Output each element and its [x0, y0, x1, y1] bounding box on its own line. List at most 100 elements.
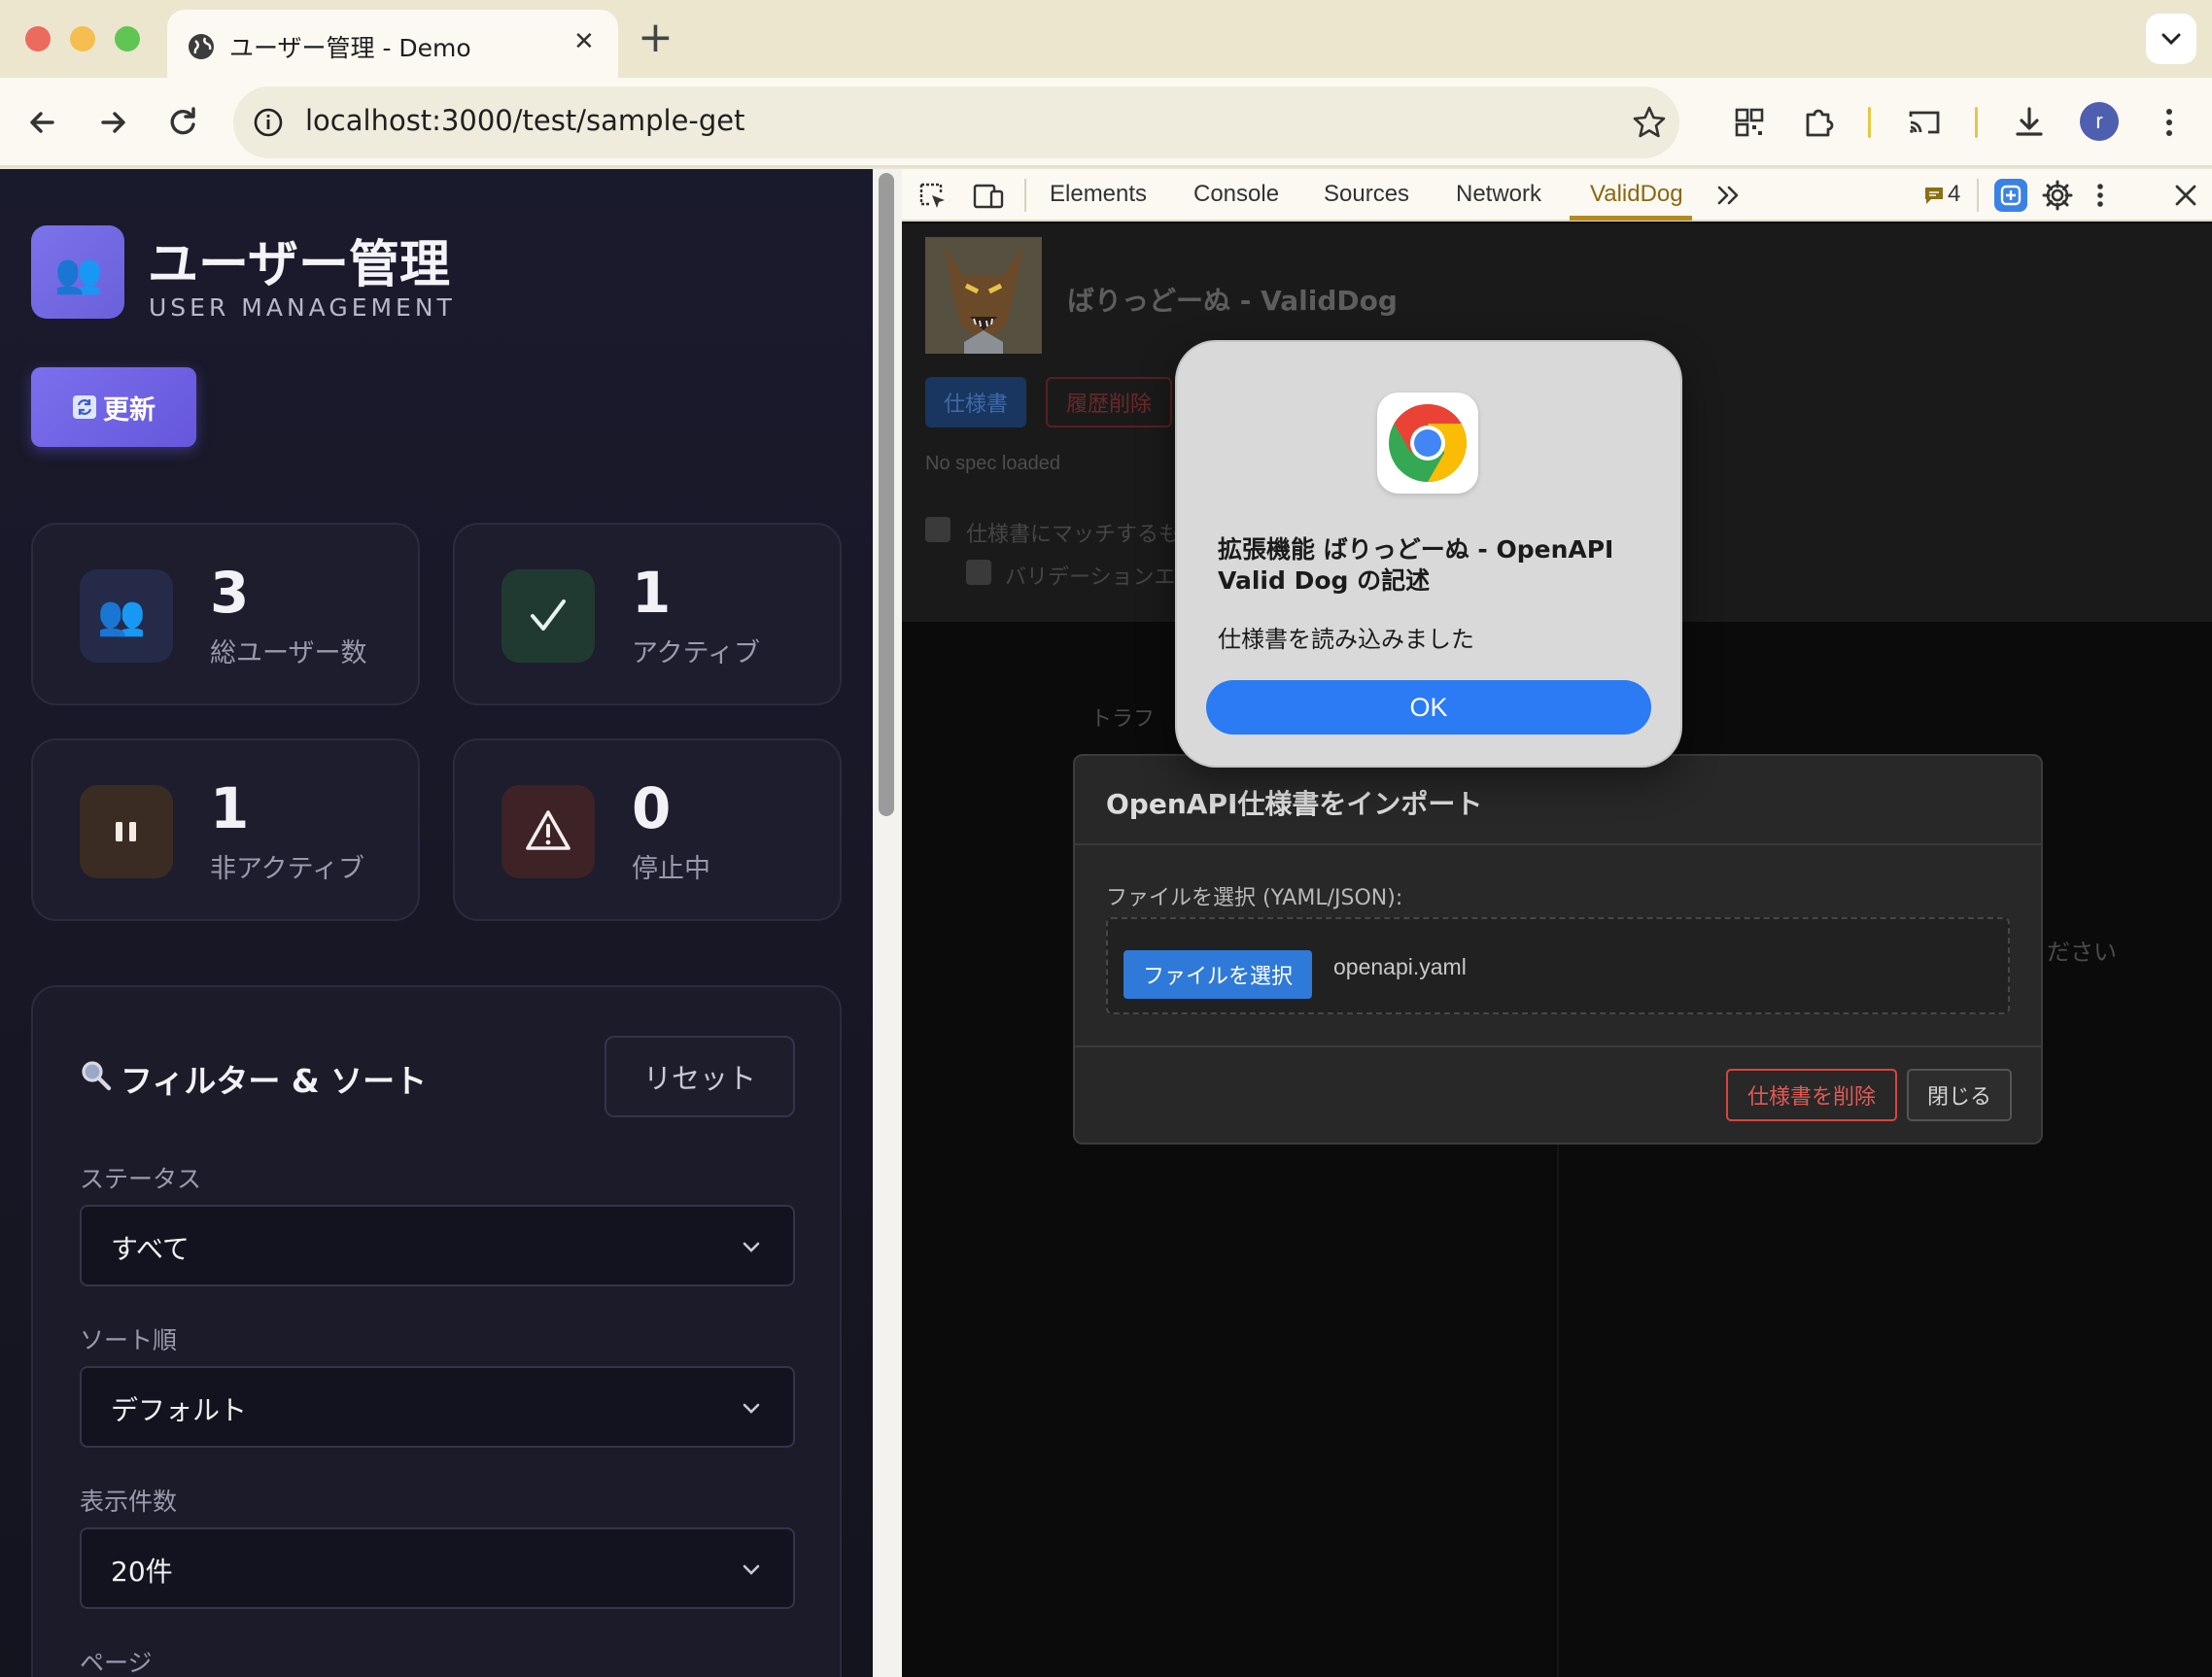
browser-tab[interactable]: ユーザー管理 - Demo ✕ — [167, 10, 618, 78]
toolbar-divider — [1024, 179, 1026, 212]
status-select[interactable]: すべて — [80, 1205, 795, 1286]
download-icon[interactable] — [2006, 99, 2053, 146]
modal-divider — [1075, 1045, 2043, 1047]
page-subtitle: USER MANAGEMENT — [149, 293, 456, 322]
window-close-button[interactable] — [25, 26, 51, 51]
back-icon[interactable] — [19, 99, 66, 146]
validdog-logo — [925, 237, 1042, 354]
more-tabs-icon[interactable] — [1714, 183, 1744, 208]
toolbar-divider — [1868, 107, 1871, 138]
page-size-select-value: 20件 — [111, 1556, 173, 1588]
address-bar[interactable]: localhost:3000/test/sample-get — [233, 86, 1679, 158]
stat-label: 総ユーザー数 — [210, 638, 367, 668]
filter-title: フィルター & ソート — [121, 1062, 428, 1100]
settings-gear-icon[interactable] — [2041, 179, 2074, 212]
chrome-icon — [1389, 404, 1467, 482]
kebab-menu-icon[interactable] — [2146, 99, 2193, 146]
refresh-button[interactable]: 更新 — [31, 367, 196, 447]
profile-avatar[interactable]: r — [2080, 102, 2119, 141]
reload-icon[interactable] — [159, 99, 206, 146]
stat-value: 1 — [210, 775, 250, 841]
tab-title: ユーザー管理 - Demo — [229, 34, 471, 62]
window-zoom-button[interactable] — [115, 26, 140, 51]
page-size-select[interactable]: 20件 — [80, 1527, 795, 1609]
history-delete-button[interactable]: 履歴削除 — [1046, 377, 1172, 428]
stat-icon-box — [501, 785, 595, 878]
page-label: ページ — [80, 1649, 153, 1677]
delete-spec-button[interactable]: 仕様書を削除 — [1726, 1069, 1897, 1121]
stat-label: 非アクティブ — [210, 854, 365, 884]
active-tab-indicator — [1570, 216, 1692, 221]
chevron-down-icon — [743, 1403, 760, 1414]
wolf-mascot-icon — [925, 237, 1042, 354]
choose-file-button[interactable]: ファイルを選択 — [1123, 950, 1312, 999]
page-title: ユーザー管理 — [148, 236, 450, 294]
devtools-tab-elements[interactable]: Elements — [1050, 181, 1147, 208]
devtools-tab-bar: Elements Console Sources Network ValidDo… — [902, 169, 2212, 222]
validdog-extension-icon[interactable] — [1994, 179, 2027, 212]
issues-count[interactable]: 4 — [1948, 181, 1960, 208]
import-spec-modal: OpenAPI仕様書をインポート ファイルを選択 (YAML/JSON): ファ… — [1073, 754, 2043, 1145]
validdog-name: ばりっどーぬ - ValidDog — [1067, 285, 1398, 317]
cast-icon[interactable] — [1901, 99, 1948, 146]
devtools-tab-sources[interactable]: Sources — [1324, 181, 1409, 208]
validation-error-label: バリデーションエ — [1005, 565, 1176, 590]
bookmark-star-icon[interactable] — [1631, 104, 1668, 141]
stat-card-total: 👥 3 総ユーザー数 — [31, 523, 420, 705]
tab-close-icon[interactable]: ✕ — [573, 27, 595, 56]
stat-card-active: 1 アクティブ — [453, 523, 842, 705]
match-spec-label: 仕様書にマッチするも — [966, 523, 1181, 547]
stat-value: 3 — [210, 560, 250, 626]
detail-hint-text: ださい — [2047, 939, 2117, 966]
stat-icon-box: 👥 — [80, 569, 173, 663]
file-drop-zone[interactable]: ファイルを選択 openapi.yaml — [1106, 917, 2010, 1014]
tab-search-button[interactable] — [2146, 14, 2196, 64]
app-logo: 👥 — [31, 225, 124, 319]
app-page: 👥 ユーザー管理 USER MANAGEMENT 更新 👥 3 総ユーザー数 1… — [0, 169, 873, 1677]
warning-icon — [526, 810, 570, 850]
stat-card-inactive: 1 非アクティブ — [31, 738, 420, 921]
chevron-down-icon — [743, 1564, 760, 1575]
inspect-element-icon[interactable] — [917, 181, 949, 212]
extension-alert-dialog: 拡張機能 ばりっどーぬ - OpenAPI Valid Dog の記述 仕様書を… — [1177, 342, 1680, 766]
new-tab-button[interactable]: + — [638, 14, 674, 62]
url-text[interactable]: localhost:3000/test/sample-get — [305, 104, 745, 137]
reset-button[interactable]: リセット — [605, 1036, 795, 1117]
traffic-empty-text: トラフ — [1090, 707, 1156, 732]
sort-label: ソート順 — [80, 1326, 178, 1354]
chevron-down-icon — [743, 1242, 760, 1252]
pause-icon — [116, 822, 136, 841]
devtools-tab-validdog[interactable]: ValidDog — [1590, 181, 1683, 208]
stat-icon-box — [80, 785, 173, 878]
qr-code-icon[interactable] — [1726, 99, 1773, 146]
alert-title: 拡張機能 ばりっどーぬ - OpenAPI Valid Dog の記述 — [1218, 535, 1614, 595]
stat-value: 1 — [632, 560, 672, 626]
device-toolbar-icon[interactable] — [972, 181, 1005, 212]
close-devtools-icon[interactable] — [2171, 181, 2200, 210]
spec-button[interactable]: 仕様書 — [925, 377, 1026, 428]
check-icon — [531, 599, 566, 631]
sort-select[interactable]: デフォルト — [80, 1366, 795, 1448]
file-select-label: ファイルを選択 (YAML/JSON): — [1106, 886, 1403, 910]
extensions-puzzle-icon[interactable] — [1796, 99, 1843, 146]
match-spec-checkbox[interactable] — [925, 517, 950, 542]
devtools-tab-console[interactable]: Console — [1193, 181, 1279, 208]
globe-icon — [189, 34, 214, 59]
page-scrollbar-thumb[interactable] — [879, 173, 894, 816]
filter-card: フィルター & ソート リセット ステータス すべて ソート順 デフォルト 表示… — [31, 985, 842, 1677]
browser-toolbar: localhost:3000/test/sample-get r — [0, 78, 2212, 167]
close-modal-button[interactable]: 閉じる — [1907, 1069, 2012, 1121]
import-modal-title: OpenAPI仕様書をインポート — [1106, 788, 1483, 820]
devtools-tab-network[interactable]: Network — [1456, 181, 1541, 208]
validation-error-checkbox[interactable] — [966, 560, 991, 585]
issues-icon[interactable] — [1922, 185, 1946, 206]
alert-ok-button[interactable]: OK — [1206, 680, 1651, 735]
site-info-icon[interactable] — [251, 105, 286, 140]
devtools-menu-icon[interactable] — [2090, 179, 2111, 212]
window-minimize-button[interactable] — [70, 26, 95, 51]
forward-icon[interactable] — [89, 99, 136, 146]
status-label: ステータス — [80, 1165, 202, 1193]
chevron-down-icon — [2161, 33, 2181, 46]
page-size-label: 表示件数 — [80, 1488, 178, 1516]
stat-label: アクティブ — [632, 638, 761, 668]
